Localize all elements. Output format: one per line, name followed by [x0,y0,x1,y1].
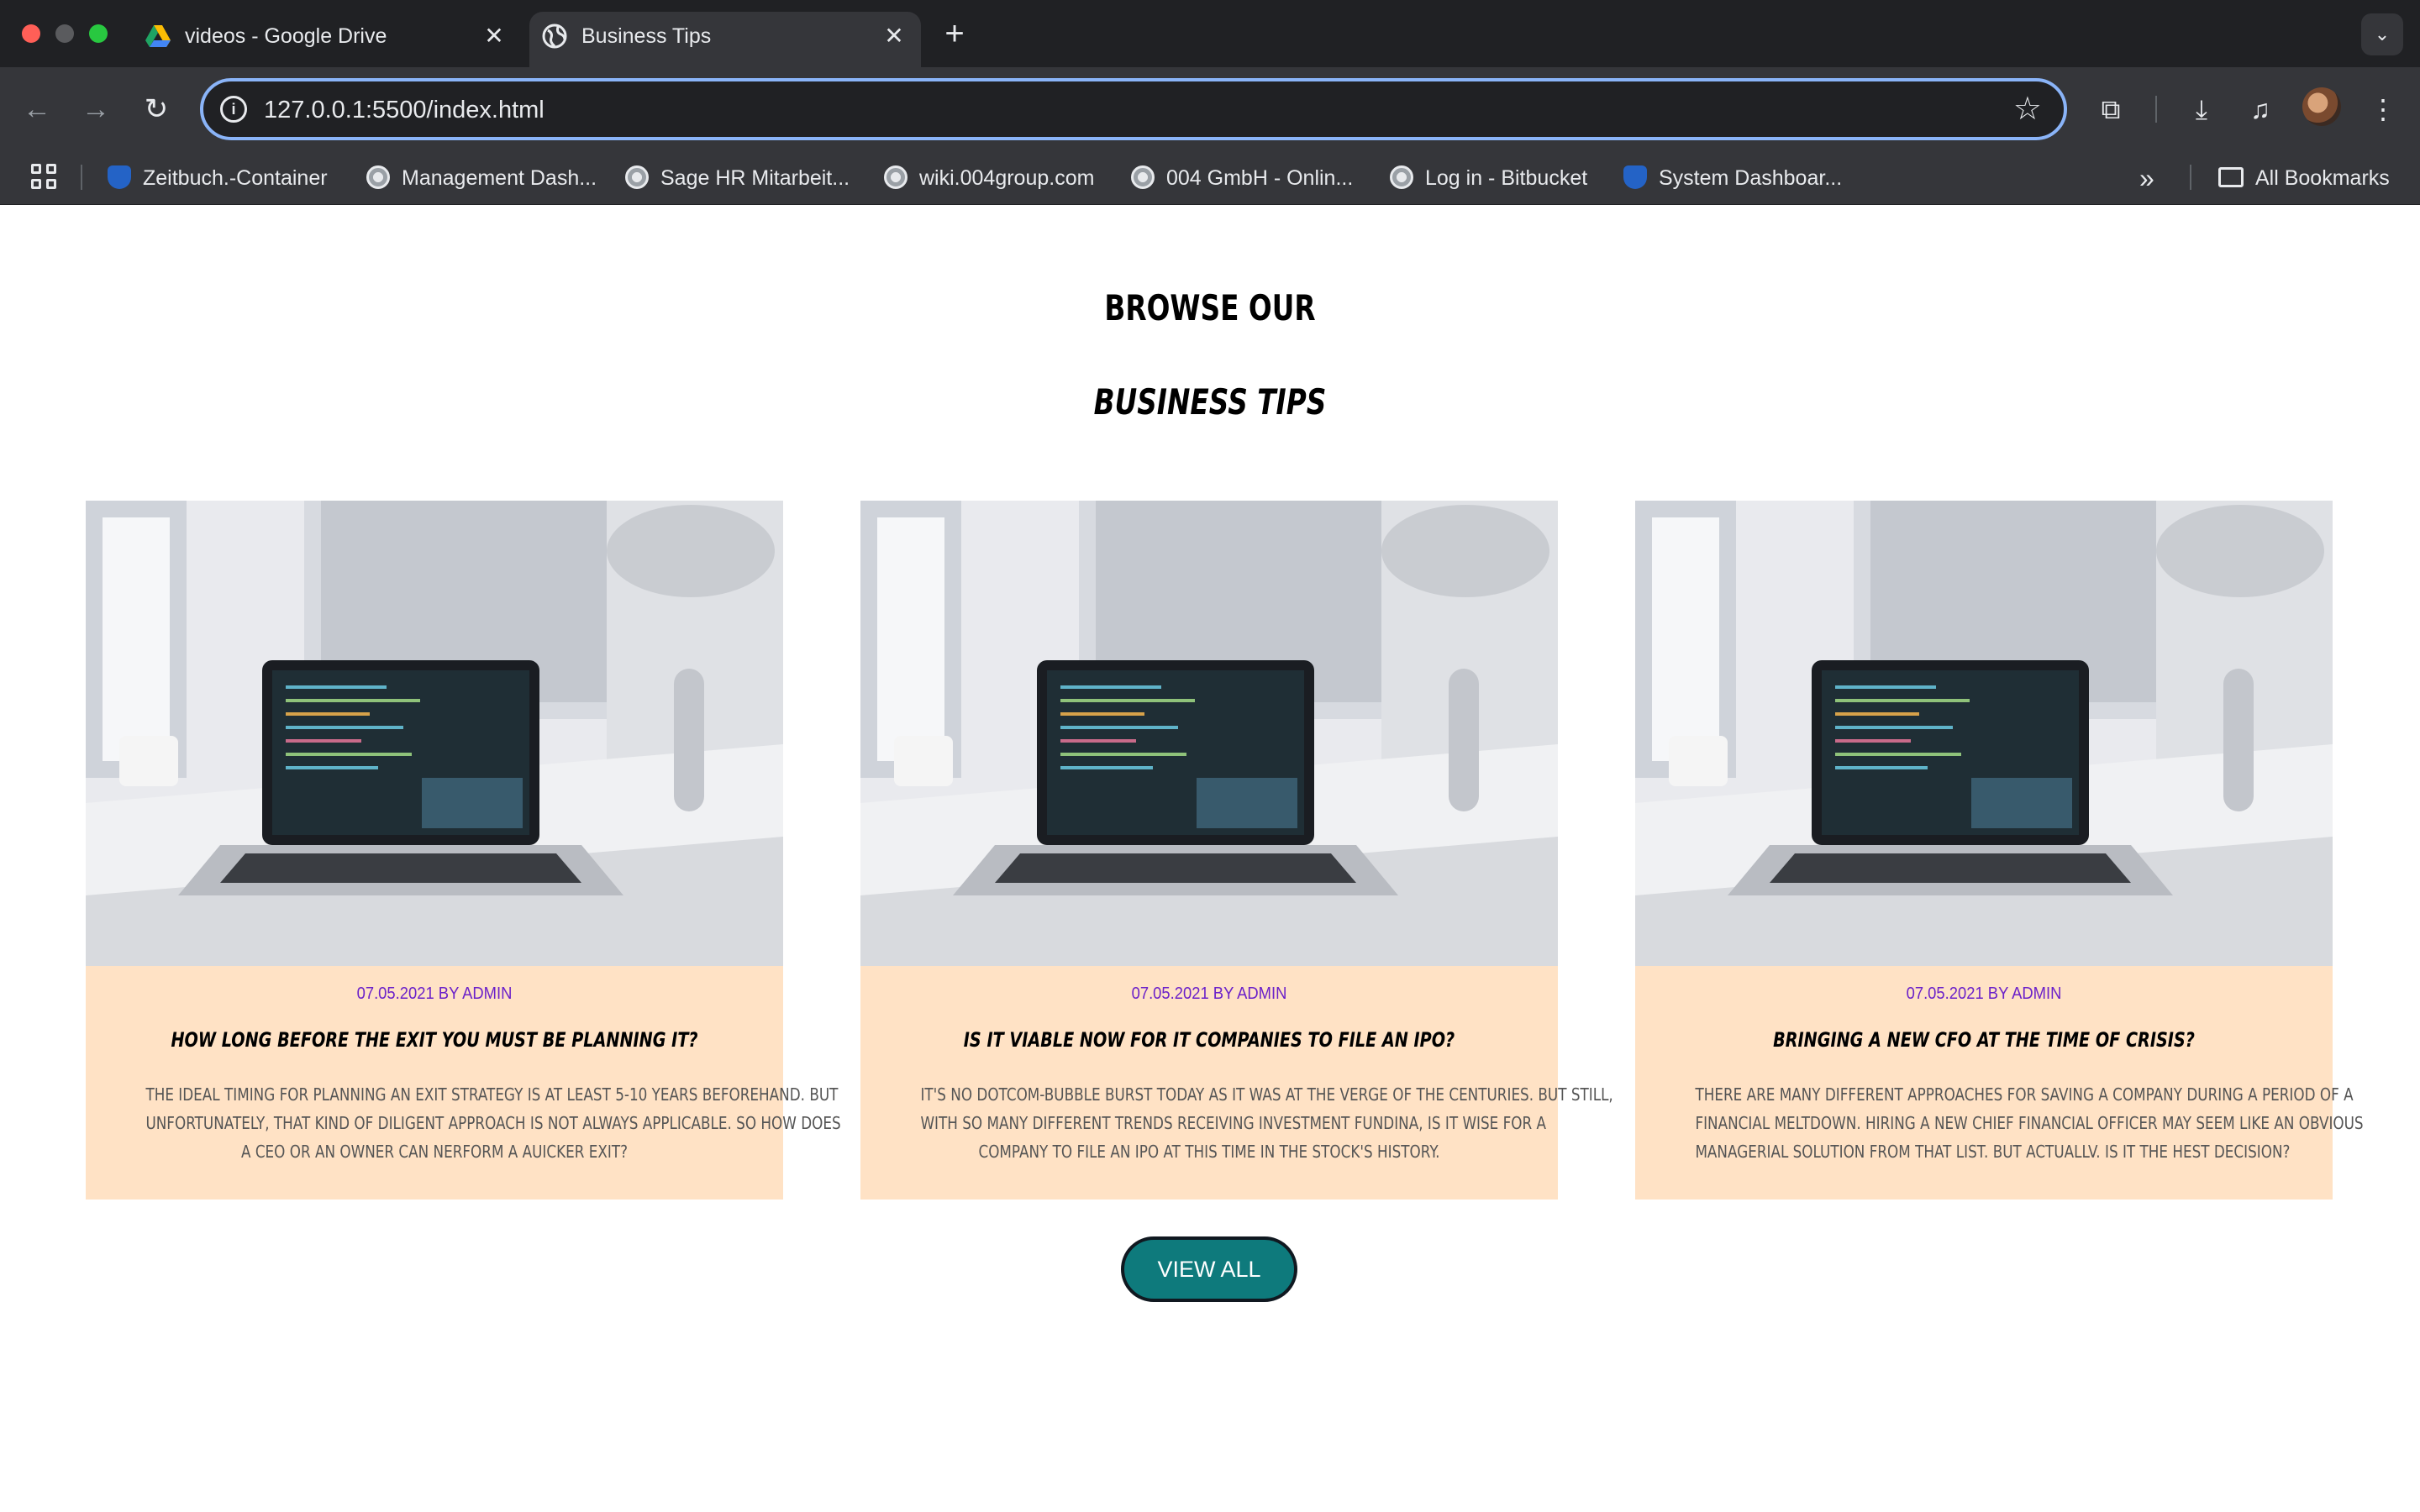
bookmark-item[interactable]: Sage HR Mitarbeit... [625,163,850,193]
reload-button[interactable]: ↻ [136,89,176,129]
forward-button[interactable]: → [76,89,116,129]
download-icon[interactable]: ⤓ [2181,89,2222,129]
post-excerpt: IT'S NO DOTCOM-BUBBLE BURST TODAY AS IT … [916,1080,1613,1166]
blog-card[interactable]: 07.05.2021 BY ADMIN HOW LONG BEFORE THE … [86,501,841,1200]
globe-icon [1390,165,1413,190]
section-subheading: BUSINESS TIPS [1093,381,1327,423]
google-drive-icon [145,25,171,47]
tab-google-drive[interactable]: videos - Google Drive ✕ [133,12,521,67]
excerpt-line: FINANCIAL MELTDOWN. HIRING A NEW CHIEF F… [1695,1113,2364,1133]
bookmark-item[interactable]: Log in - Bitbucket [1390,163,1587,193]
globe-icon [884,165,908,190]
menu-icon[interactable]: ⋮ [2363,89,2403,129]
folder-icon [2218,167,2244,188]
excerpt-line: THE IDEAL TIMING FOR PLANNING AN EXIT ST… [145,1084,839,1105]
excerpt-line: WITH SO MANY DIFFERENT TRENDS RECEIVING … [920,1113,1547,1133]
excerpt-line: MANAGERIAL SOLUTION FROM THAT LIST. BUT … [1695,1142,2291,1162]
bookmark-item[interactable]: 004 GmbH - Onlin... [1131,163,1353,193]
site-info-icon[interactable]: i [220,96,247,123]
window-zoom-button[interactable] [89,24,108,43]
tab-business-tips[interactable]: Business Tips ✕ [529,12,921,67]
excerpt-line: IT'S NO DOTCOM-BUBBLE BURST TODAY AS IT … [920,1084,1613,1105]
bookmark-item[interactable]: Management Dash... [366,163,597,193]
tab-title: Business Tips [581,24,712,48]
new-tab-button[interactable]: + [936,17,973,54]
bookmark-label: Zeitbuch.-Container [143,166,328,190]
all-bookmarks-label: All Bookmarks [2255,166,2390,190]
blog-card[interactable]: 07.05.2021 BY ADMIN BRINGING A NEW CFO A… [1635,501,2364,1200]
globe-icon [366,165,390,190]
section-heading: BROWSE OUR [1104,287,1316,328]
jira-icon [108,165,131,190]
excerpt-line: UNFORTUNATELY, THAT KIND OF DILIGENT APP… [145,1113,841,1133]
toolbar-divider [2155,96,2157,123]
excerpt-line: A CEO OR AN OWNER CAN NERFORM A AUICKER … [240,1142,629,1162]
post-meta: 07.05.2021 BY ADMIN [1906,984,2062,1003]
laptop-photo [860,501,1558,966]
laptop-photo [1635,501,2333,966]
bookmark-label: Management Dash... [402,166,597,190]
bookmark-item[interactable]: System Dashboar... [1623,163,1842,193]
globe-icon [1131,165,1155,190]
back-button[interactable]: ← [17,89,57,129]
bookmark-label: wiki.004group.com [919,166,1095,190]
bookmarks-divider [2190,165,2191,190]
post-meta: 07.05.2021 BY ADMIN [1131,984,1287,1003]
jira-icon [1623,165,1647,190]
blog-card[interactable]: 07.05.2021 BY ADMIN IS IT VIABLE NOW FOR… [860,501,1613,1200]
more-bookmarks-icon[interactable]: » [2139,163,2154,193]
tab-search-button[interactable]: ⌄ [2361,13,2403,55]
excerpt-line: THERE ARE MANY DIFFERENT APPROACHES FOR … [1695,1084,2354,1105]
post-excerpt: THE IDEAL TIMING FOR PLANNING AN EXIT ST… [141,1080,841,1166]
bookmark-star-icon[interactable]: ☆ [2013,90,2042,129]
bookmark-item[interactable]: wiki.004group.com [884,163,1094,193]
tab-strip: videos - Google Drive ✕ Business Tips ✕ … [0,0,2420,67]
laptop-photo [86,501,783,966]
bookmark-label: Sage HR Mitarbeit... [660,166,850,190]
close-tab-icon[interactable]: ✕ [879,21,909,51]
bookmark-item[interactable]: Zeitbuch.-Container [108,163,328,193]
globe-icon [625,165,649,190]
apps-grid-icon[interactable] [30,163,57,190]
post-excerpt: THERE ARE MANY DIFFERENT APPROACHES FOR … [1691,1080,2364,1166]
address-bar[interactable]: i 127.0.0.1:5500/index.html ☆ [200,78,2067,140]
bookmark-label: System Dashboar... [1659,166,1843,190]
bookmarks-bar: Zeitbuch.-Container Management Dash... S… [0,151,2420,205]
bookmark-label: Log in - Bitbucket [1425,166,1588,190]
post-title[interactable]: HOW LONG BEFORE THE EXIT YOU MUST BE PLA… [169,1028,700,1052]
all-bookmarks-button[interactable]: All Bookmarks [2218,163,2390,193]
media-controls-icon[interactable]: ♫ [2240,89,2281,129]
globe-icon [542,24,567,49]
bookmark-label: 004 GmbH - Onlin... [1166,166,1354,190]
tab-title: videos - Google Drive [185,24,387,48]
post-title[interactable]: BRINGING A NEW CFO AT THE TIME OF CRISIS… [1718,1028,2249,1052]
view-all-button[interactable]: VIEW ALL [1121,1236,1297,1302]
page-content: BROWSE OUR BUSINESS TIPS 07.05.2021 BY A… [0,205,2420,1512]
close-tab-icon[interactable]: ✕ [479,21,509,51]
post-meta: 07.05.2021 BY ADMIN [356,984,513,1003]
browser-toolbar: ← → ↻ i 127.0.0.1:5500/index.html ☆ ⧉ ⤓ … [0,67,2420,151]
bookmarks-divider [81,165,82,190]
window-minimize-button[interactable] [55,24,74,43]
window-close-button[interactable] [22,24,40,43]
extensions-icon[interactable]: ⧉ [2091,89,2131,129]
post-title[interactable]: IS IT VIABLE NOW FOR IT COMPANIES TO FIL… [944,1028,1475,1052]
url-text[interactable]: 127.0.0.1:5500/index.html [264,95,544,125]
profile-avatar[interactable] [2302,87,2341,126]
excerpt-line: COMPANY TO FILE AN IPO AT THIS TIME IN T… [978,1142,1440,1162]
